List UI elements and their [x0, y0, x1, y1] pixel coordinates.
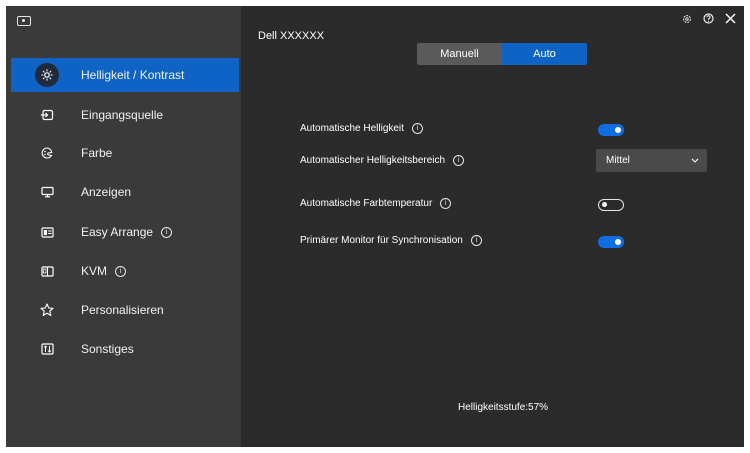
app-window: Helligkeit / Kontrast Eingangsquelle Far…: [6, 6, 744, 447]
mode-switch: Manuell Auto: [417, 43, 587, 65]
auto-brightness-toggle[interactable]: [598, 124, 624, 136]
sidebar-item-label: Personalisieren: [81, 303, 164, 317]
sidebar-item-kvm[interactable]: KVM i: [11, 254, 239, 288]
star-icon: [35, 298, 59, 322]
settings-icon[interactable]: [682, 14, 692, 24]
sidebar-item-personalize[interactable]: Personalisieren: [11, 293, 239, 327]
help-icon[interactable]: [703, 13, 714, 24]
sidebar-item-easy-arrange[interactable]: Easy Arrange i: [11, 215, 239, 249]
auto-brightness-row: Automatische Helligkeit i: [300, 123, 423, 134]
sidebar-item-label: KVM: [81, 264, 108, 278]
monitor-name: Dell XXXXXX: [258, 30, 325, 42]
info-icon[interactable]: i: [453, 155, 465, 166]
sidebar: Helligkeit / Kontrast Eingangsquelle Far…: [6, 6, 241, 447]
window-controls: [682, 13, 736, 24]
others-icon: [35, 337, 59, 361]
info-icon[interactable]: i: [161, 226, 173, 238]
close-icon[interactable]: [725, 13, 736, 24]
sidebar-item-display[interactable]: Anzeigen: [11, 175, 239, 209]
sidebar-item-label: Helligkeit / Kontrast: [81, 68, 185, 82]
main-panel: Dell XXXXXX Manuell Auto Automatische He…: [241, 6, 744, 447]
brightness-icon: [35, 63, 59, 87]
info-icon[interactable]: i: [411, 123, 423, 134]
info-icon[interactable]: i: [440, 198, 452, 209]
layout-icon: [35, 220, 59, 244]
sidebar-item-label: Eingangsquelle: [81, 108, 164, 122]
kvm-icon: [35, 259, 59, 283]
sidebar-item-label: Anzeigen: [81, 185, 132, 199]
sidebar-item-input-source[interactable]: Eingangsquelle: [11, 98, 239, 132]
sidebar-item-color[interactable]: Farbe: [11, 136, 239, 170]
auto-color-temp-toggle[interactable]: [598, 199, 624, 211]
mode-manual-button[interactable]: Manuell: [417, 43, 502, 65]
monitor-icon: [35, 180, 59, 204]
auto-brightness-label: Automatische Helligkeit: [300, 123, 404, 134]
input-source-icon: [35, 103, 59, 127]
sidebar-item-brightness-contrast[interactable]: Helligkeit / Kontrast: [11, 58, 239, 92]
sidebar-item-label: Easy Arrange: [81, 225, 154, 239]
auto-brightness-range-label: Automatischer Helligkeitsbereich: [300, 155, 446, 166]
chevron-down-icon: [691, 155, 699, 166]
sidebar-item-label: Sonstiges: [81, 342, 134, 356]
mode-auto-button[interactable]: Auto: [502, 43, 587, 65]
dropdown-value: Mittel: [606, 155, 630, 166]
primary-monitor-sync-label: Primärer Monitor für Synchronisation: [300, 235, 463, 246]
brightness-level-status: Helligkeitsstufe:57%: [458, 402, 549, 413]
sidebar-item-label: Farbe: [81, 146, 113, 160]
app-logo-icon: [17, 16, 31, 26]
primary-monitor-sync-row: Primärer Monitor für Synchronisation i: [300, 235, 482, 246]
auto-brightness-range-row: Automatischer Helligkeitsbereich i: [300, 155, 465, 166]
color-palette-icon: [35, 141, 59, 165]
auto-color-temp-row: Automatische Farbtemperatur i: [300, 198, 452, 209]
primary-monitor-sync-toggle[interactable]: [598, 236, 624, 248]
sidebar-item-others[interactable]: Sonstiges: [11, 332, 239, 366]
info-icon[interactable]: i: [115, 265, 127, 277]
brightness-range-dropdown[interactable]: Mittel: [596, 149, 707, 172]
auto-color-temp-label: Automatische Farbtemperatur: [300, 198, 433, 209]
info-icon[interactable]: i: [470, 235, 482, 246]
